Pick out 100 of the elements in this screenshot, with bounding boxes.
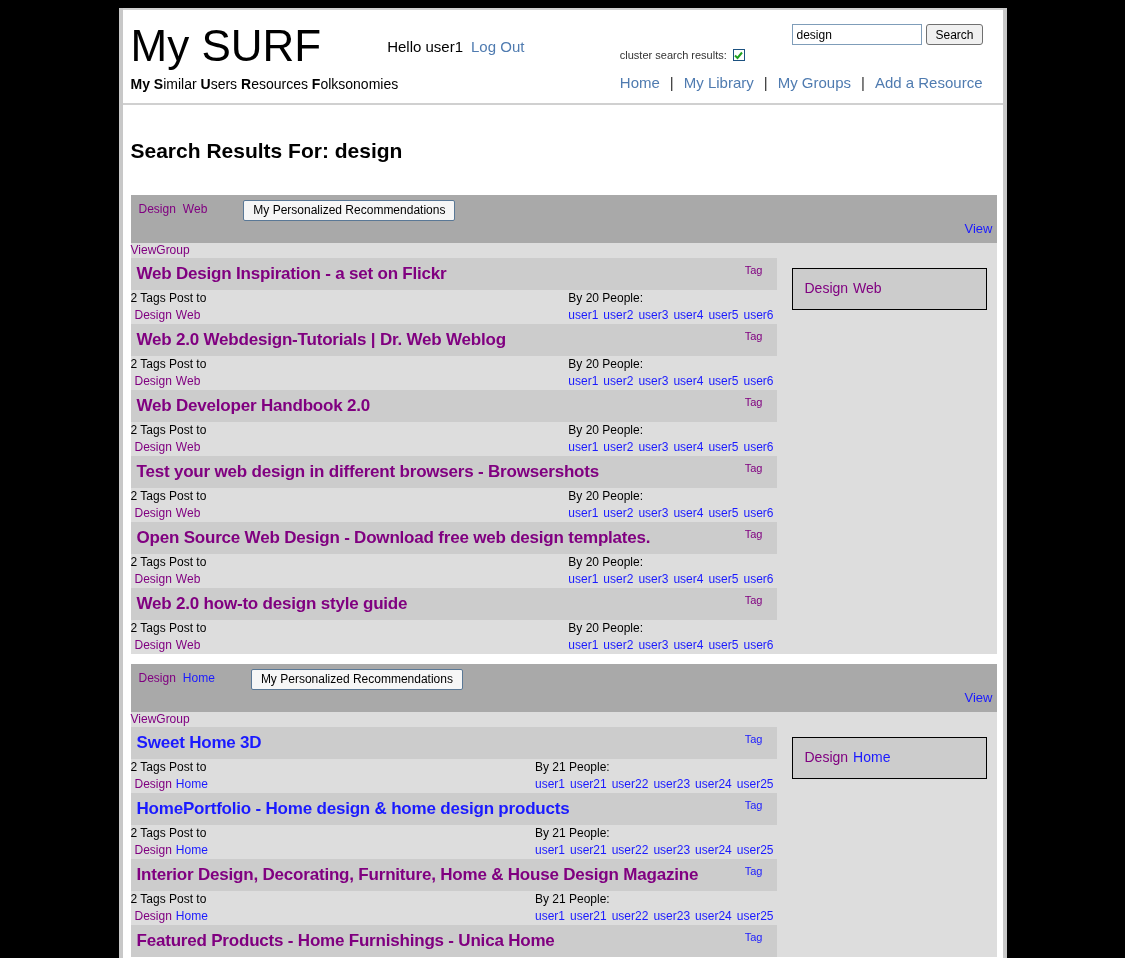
user-link[interactable]: user1 — [534, 775, 565, 793]
tag-link[interactable]: Design — [804, 278, 849, 299]
tag-link[interactable]: Home — [182, 668, 215, 687]
tag-link[interactable]: Design — [138, 668, 176, 687]
tag-link[interactable]: Web — [175, 636, 201, 654]
user-link[interactable]: user22 — [611, 775, 649, 793]
result-title[interactable]: Interior Design, Decorating, Furniture, Home & House Design Magazine — [136, 861, 699, 888]
user-link[interactable]: user3 — [638, 306, 669, 324]
tag-link[interactable]: Tag — [744, 928, 763, 945]
tag-link[interactable]: Web — [175, 504, 201, 522]
result-title[interactable]: Featured Products - Home Furnishings - Unica Home — [136, 927, 555, 954]
user-link[interactable]: user2 — [603, 306, 634, 324]
user-link[interactable]: user21 — [570, 907, 607, 925]
user-link[interactable]: user24 — [695, 775, 732, 793]
nav-link[interactable]: My Groups — [777, 71, 851, 94]
viewgroup-link[interactable]: ViewGroup — [130, 242, 997, 258]
user-link[interactable]: user25 — [736, 775, 774, 793]
tag-link[interactable]: Web — [175, 438, 201, 456]
tag-link[interactable]: Design — [134, 306, 172, 324]
viewgroup-link[interactable]: ViewGroup — [130, 711, 997, 727]
result-title[interactable]: Sweet Home 3D — [136, 729, 262, 756]
tag-link[interactable]: Home — [853, 747, 891, 768]
user-link[interactable]: user22 — [611, 907, 649, 925]
user-link[interactable]: user2 — [603, 570, 634, 588]
user-link[interactable]: user6 — [743, 570, 774, 588]
user-link[interactable]: user2 — [603, 372, 634, 390]
nav-link[interactable]: My Library — [683, 71, 754, 94]
tag-link[interactable]: Design — [134, 438, 172, 456]
user-link[interactable]: user23 — [653, 907, 691, 925]
tag-link[interactable]: Tag — [744, 459, 763, 476]
tag-link[interactable]: Web — [175, 306, 201, 324]
user-link[interactable]: user1 — [568, 504, 599, 522]
user-link[interactable]: user24 — [695, 907, 732, 925]
user-link[interactable]: user2 — [603, 438, 634, 456]
tag-link[interactable]: Home — [175, 907, 208, 925]
tag-link[interactable]: Design — [134, 504, 172, 522]
tag-link[interactable]: Home — [175, 841, 208, 859]
user-link[interactable]: user6 — [743, 372, 774, 390]
user-link[interactable]: user5 — [708, 438, 739, 456]
tag-link[interactable]: Design — [804, 747, 849, 768]
user-link[interactable]: user2 — [603, 504, 634, 522]
user-link[interactable]: user1 — [534, 907, 565, 925]
view-link[interactable]: View — [964, 688, 993, 708]
user-link[interactable]: user1 — [568, 570, 599, 588]
user-link[interactable]: user4 — [673, 636, 704, 654]
tag-link[interactable]: Web — [182, 199, 208, 218]
result-title[interactable]: Web 2.0 Webdesign-Tutorials | Dr. Web Weblog — [136, 326, 506, 353]
user-link[interactable]: user21 — [570, 841, 607, 859]
user-link[interactable]: user22 — [611, 841, 649, 859]
search-button[interactable]: Search — [926, 24, 983, 45]
tag-link[interactable]: Tag — [744, 261, 763, 278]
user-link[interactable]: user25 — [736, 841, 774, 859]
tag-link[interactable]: Tag — [744, 525, 763, 542]
result-title[interactable]: HomePortfolio - Home design & home design products — [136, 795, 570, 822]
nav-link[interactable]: Add a Resource — [874, 71, 983, 94]
search-field[interactable]: design — [792, 24, 923, 45]
user-link[interactable]: user5 — [708, 372, 739, 390]
result-title[interactable]: Open Source Web Design - Download free web design templates. — [136, 524, 651, 551]
user-link[interactable]: user23 — [653, 775, 691, 793]
user-link[interactable]: user1 — [568, 306, 599, 324]
tag-link[interactable]: Tag — [744, 796, 763, 813]
result-title[interactable]: Web 2.0 how-to design style guide — [136, 590, 408, 617]
tag-link[interactable]: Home — [175, 775, 208, 793]
tag-link[interactable]: Tag — [744, 591, 763, 608]
tag-link[interactable]: Design — [134, 907, 172, 925]
user-link[interactable]: user25 — [736, 907, 774, 925]
user-link[interactable]: user24 — [695, 841, 732, 859]
view-link[interactable]: View — [964, 219, 993, 239]
tag-link[interactable]: Tag — [744, 730, 763, 747]
user-link[interactable]: user4 — [673, 570, 704, 588]
cluster-checkbox[interactable] — [732, 49, 745, 62]
tag-link[interactable]: Tag — [744, 393, 763, 410]
user-link[interactable]: user1 — [568, 438, 599, 456]
user-link[interactable]: user6 — [743, 438, 774, 456]
user-link[interactable]: user5 — [708, 636, 739, 654]
user-link[interactable]: user4 — [673, 438, 704, 456]
user-link[interactable]: user21 — [570, 775, 607, 793]
tag-link[interactable]: Web — [175, 372, 201, 390]
logout-link[interactable]: Log Out — [471, 35, 525, 58]
result-title[interactable]: Test your web design in different browsers - Browsershots — [136, 458, 599, 485]
result-title[interactable]: Web Design Inspiration - a set on Flickr — [136, 260, 447, 287]
user-link[interactable]: user3 — [638, 504, 669, 522]
user-link[interactable]: user5 — [708, 306, 739, 324]
tag-link[interactable]: Web — [853, 278, 882, 299]
user-link[interactable]: user5 — [708, 504, 739, 522]
user-link[interactable]: user4 — [673, 504, 704, 522]
user-link[interactable]: user1 — [568, 636, 599, 654]
user-link[interactable]: user6 — [743, 306, 774, 324]
tag-link[interactable]: Design — [138, 199, 176, 218]
tag-link[interactable]: Design — [134, 636, 172, 654]
result-title[interactable]: Web Developer Handbook 2.0 — [136, 392, 370, 419]
user-link[interactable]: user3 — [638, 372, 669, 390]
recommendations-button[interactable]: My Personalized Recommendations — [243, 199, 456, 221]
user-link[interactable]: user4 — [673, 306, 704, 324]
user-link[interactable]: user6 — [743, 636, 774, 654]
tag-link[interactable]: Design — [134, 570, 172, 588]
user-link[interactable]: user4 — [673, 372, 704, 390]
tag-link[interactable]: Tag — [744, 862, 763, 879]
tag-link[interactable]: Tag — [744, 327, 763, 344]
user-link[interactable]: user5 — [708, 570, 739, 588]
